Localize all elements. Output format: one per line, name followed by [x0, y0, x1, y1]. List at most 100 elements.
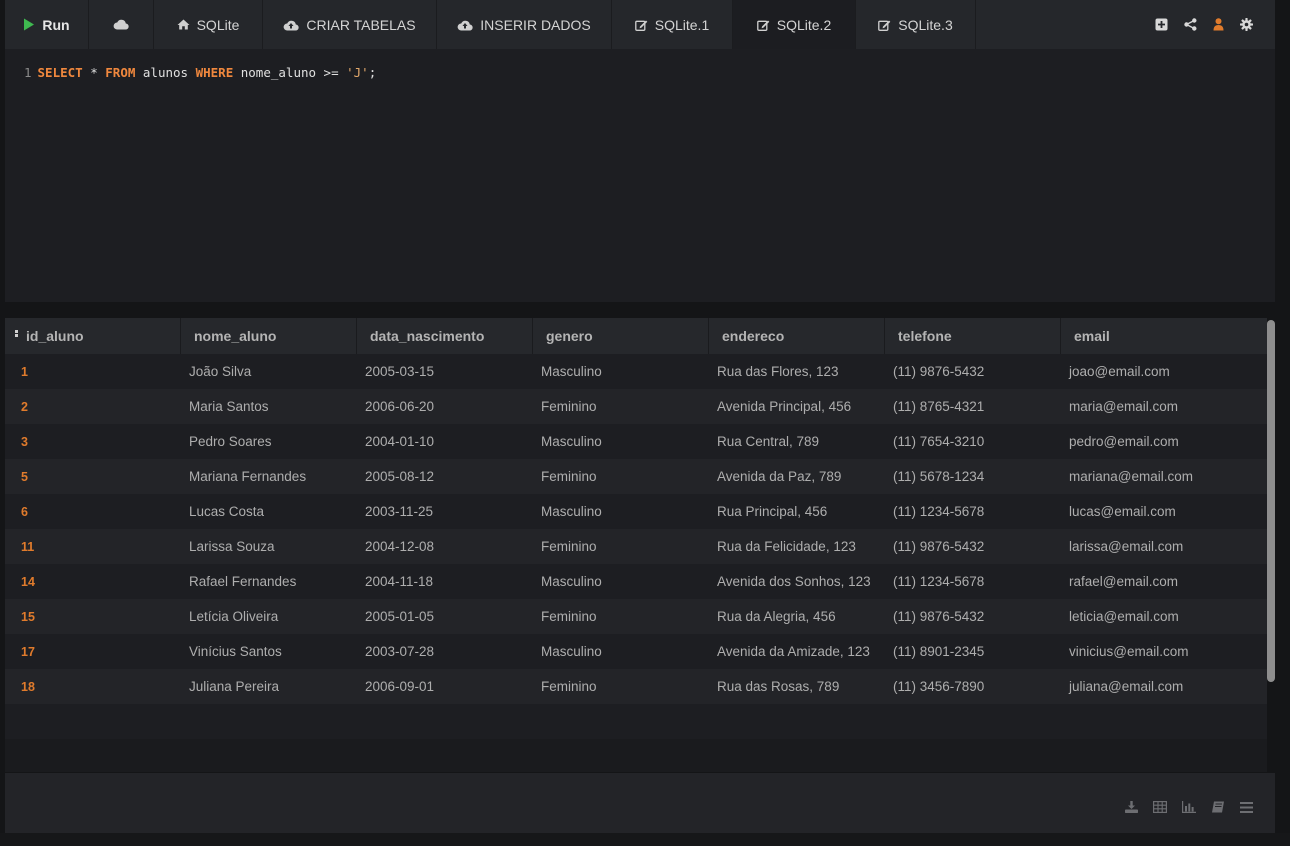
- cell-id-aluno: 6: [21, 504, 28, 519]
- column-header-nome-aluno[interactable]: nome_aluno: [181, 318, 357, 354]
- results-footer: [5, 773, 1275, 833]
- cell-nome-aluno: Juliana Pereira: [189, 679, 280, 694]
- line-number: 1: [24, 65, 32, 80]
- table-row[interactable]: 2 Maria Santos 2006-06-20 Feminino Aveni…: [5, 389, 1267, 424]
- column-header-email[interactable]: email: [1061, 318, 1267, 354]
- share-icon[interactable]: [1184, 18, 1197, 31]
- cell-endereco: Rua da Alegria, 456: [717, 609, 836, 624]
- column-header-endereco[interactable]: endereco: [709, 318, 885, 354]
- cloud-upload-icon: [283, 19, 300, 31]
- gear-icon[interactable]: [1240, 18, 1253, 31]
- cell-endereco: Rua Principal, 456: [717, 504, 828, 519]
- tab-label: CRIAR TABELAS: [306, 16, 416, 33]
- sql-keyword: FROM: [105, 65, 136, 80]
- sql-editor[interactable]: 1 SELECT * FROM alunos WHERE nome_aluno >…: [5, 49, 1275, 302]
- cell-endereco: Rua das Flores, 123: [717, 364, 839, 379]
- sql-token: *: [82, 65, 106, 80]
- cell-telefone: (11) 3456-7890: [893, 679, 985, 694]
- cell-data-nascimento: 2004-11-18: [365, 574, 434, 589]
- table-view-icon[interactable]: [1153, 800, 1168, 818]
- code-line-1[interactable]: 1 SELECT * FROM alunos WHERE nome_aluno >…: [24, 65, 376, 80]
- cell-email: leticia@email.com: [1069, 609, 1179, 624]
- table-row[interactable]: 14 Rafael Fernandes 2004-11-18 Masculino…: [5, 564, 1267, 599]
- cell-id-aluno: 11: [21, 539, 35, 554]
- chart-view-icon[interactable]: [1182, 800, 1196, 818]
- edit-icon: [878, 19, 891, 31]
- column-header-data-nascimento[interactable]: data_nascimento: [357, 318, 533, 354]
- cell-endereco: Rua Central, 789: [717, 434, 820, 449]
- tab-sqlite-2[interactable]: SQLite.2: [733, 0, 856, 49]
- cell-email: rafael@email.com: [1069, 574, 1178, 589]
- cloud-icon: [113, 19, 129, 30]
- user-icon[interactable]: [1213, 18, 1224, 31]
- cell-data-nascimento: 2005-01-05: [365, 609, 435, 624]
- tab-sqlite-1[interactable]: SQLite.1: [612, 0, 733, 49]
- table-row[interactable]: 11 Larissa Souza 2004-12-08 Feminino Rua…: [5, 529, 1267, 564]
- table-row[interactable]: 15 Letícia Oliveira 2005-01-05 Feminino …: [5, 599, 1267, 634]
- menu-icon[interactable]: [1240, 800, 1253, 818]
- cell-telefone: (11) 8901-2345: [893, 644, 985, 659]
- cell-telefone: (11) 1234-5678: [893, 504, 985, 519]
- edit-icon: [634, 19, 648, 31]
- column-options-icon[interactable]: [15, 328, 18, 344]
- cell-data-nascimento: 2004-01-10: [365, 434, 435, 449]
- cell-id-aluno: 18: [21, 679, 35, 694]
- cell-endereco: Avenida dos Sonhos, 123: [717, 574, 871, 589]
- column-header-id-aluno[interactable]: id_aluno: [5, 318, 181, 354]
- cell-genero: Feminino: [541, 399, 597, 414]
- cell-id-aluno: 14: [21, 574, 35, 589]
- cell-data-nascimento: 2005-03-15: [365, 364, 435, 379]
- tab-label: SQLite.2: [776, 16, 832, 33]
- results-scrollbar[interactable]: [1267, 320, 1275, 682]
- tab-criar-tabelas[interactable]: CRIAR TABELAS: [263, 0, 437, 49]
- sql-token: nome_aluno >=: [233, 65, 347, 80]
- play-icon: [23, 18, 35, 31]
- column-header-telefone[interactable]: telefone: [885, 318, 1061, 354]
- table-row[interactable]: 6 Lucas Costa 2003-11-25 Masculino Rua P…: [5, 494, 1267, 529]
- table-row[interactable]: 1 João Silva 2005-03-15 Masculino Rua da…: [5, 354, 1267, 389]
- tab-label: INSERIR DADOS: [480, 16, 591, 33]
- table-row[interactable]: 5 Mariana Fernandes 2005-08-12 Feminino …: [5, 459, 1267, 494]
- cell-telefone: (11) 1234-5678: [893, 574, 985, 589]
- cell-nome-aluno: Mariana Fernandes: [189, 469, 307, 484]
- tab-inserir-dados[interactable]: INSERIR DADOS: [437, 0, 612, 49]
- cell-email: joao@email.com: [1069, 364, 1170, 379]
- cell-genero: Masculino: [541, 504, 602, 519]
- sql-token: ;: [368, 65, 377, 80]
- cell-nome-aluno: Larissa Souza: [189, 539, 275, 554]
- cell-nome-aluno: Maria Santos: [189, 399, 269, 414]
- top-toolbar: Run SQLite CRIAR TABELAS INSERIR DADOS S…: [5, 0, 1275, 49]
- cell-nome-aluno: João Silva: [189, 364, 252, 379]
- run-button[interactable]: Run: [5, 0, 89, 49]
- cell-id-aluno: 5: [21, 469, 28, 484]
- cell-telefone: (11) 5678-1234: [893, 469, 985, 484]
- cell-nome-aluno: Vinícius Santos: [189, 644, 282, 659]
- grid-body: 1 João Silva 2005-03-15 Masculino Rua da…: [5, 354, 1267, 704]
- cell-id-aluno: 1: [21, 364, 28, 379]
- cell-endereco: Rua das Rosas, 789: [717, 679, 840, 694]
- tab-sqlite-home[interactable]: SQLite: [154, 0, 263, 49]
- cell-id-aluno: 2: [21, 399, 28, 414]
- column-header-genero[interactable]: genero: [533, 318, 709, 354]
- add-icon[interactable]: [1155, 18, 1168, 31]
- cell-telefone: (11) 9876-5432: [893, 609, 985, 624]
- tab-sqlite-3[interactable]: SQLite.3: [856, 0, 976, 49]
- cell-genero: Masculino: [541, 574, 602, 589]
- cell-telefone: (11) 9876-5432: [893, 364, 985, 379]
- results-grid: id_aluno nome_aluno data_nascimento gene…: [5, 318, 1267, 706]
- cell-data-nascimento: 2006-09-01: [365, 679, 435, 694]
- cell-genero: Masculino: [541, 364, 602, 379]
- table-row[interactable]: 17 Vinícius Santos 2003-07-28 Masculino …: [5, 634, 1267, 669]
- bottom-strip: [0, 833, 1290, 846]
- home-icon: [177, 19, 190, 30]
- cell-endereco: Avenida da Amizade, 123: [717, 644, 870, 659]
- cell-data-nascimento: 2005-08-12: [365, 469, 435, 484]
- download-icon[interactable]: [1125, 800, 1138, 818]
- tab-label: SQLite: [196, 16, 240, 33]
- cell-email: larissa@email.com: [1069, 539, 1184, 554]
- table-row[interactable]: 18 Juliana Pereira 2006-09-01 Feminino R…: [5, 669, 1267, 704]
- table-row[interactable]: 3 Pedro Soares 2004-01-10 Masculino Rua …: [5, 424, 1267, 459]
- cloud-button[interactable]: [89, 0, 154, 49]
- book-icon[interactable]: [1211, 800, 1225, 818]
- edit-icon: [756, 19, 770, 31]
